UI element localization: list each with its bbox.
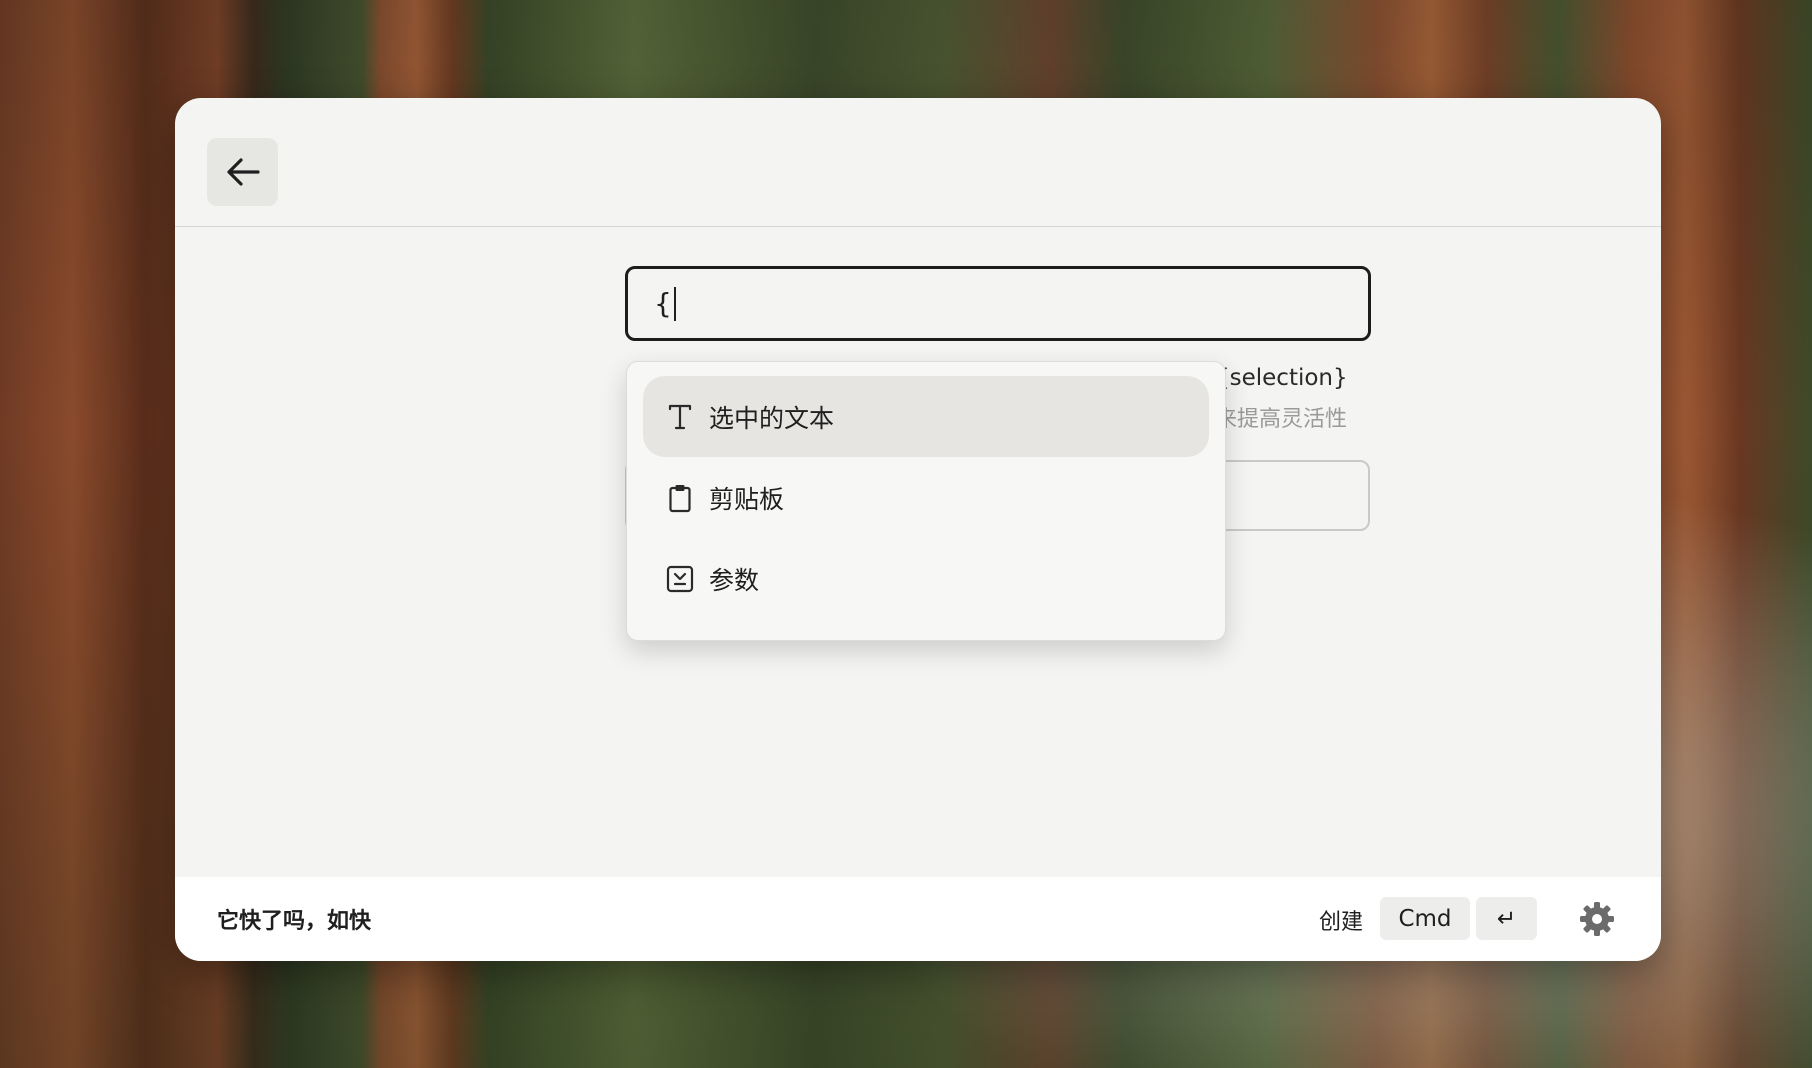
arrow-left-icon [226,158,260,186]
text-t-icon [665,402,695,432]
hint-description: 来提高灵活性 [1215,407,1348,432]
enter-key-hint: ↵ [1476,897,1537,940]
link-input[interactable]: { [625,266,1371,341]
create-quicklink-window: 链接 { {selection} 来提高灵活性 指令名 选中的文本 剪贴板 [175,98,1661,961]
dropdown-item-argument[interactable]: 参数 [643,538,1209,619]
title-bar [175,98,1661,227]
cmd-key-hint: Cmd [1380,897,1470,940]
dropdown-item-label: 剪贴板 [709,484,785,514]
footer-title: 它快了吗，如快 [217,909,372,934]
action-bar: 它快了吗，如快 创建 Cmd ↵ [175,877,1661,961]
back-button[interactable] [207,138,278,206]
placeholder-dropdown: 选中的文本 剪贴板 参数 [626,361,1226,641]
dropdown-item-selected-text[interactable]: 选中的文本 [643,376,1209,457]
text-caret [673,286,676,321]
dropdown-item-label: 参数 [709,565,760,595]
argument-box-icon [665,564,695,594]
clipboard-icon [665,483,695,513]
create-action-label[interactable]: 创建 [1319,904,1363,936]
dropdown-item-clipboard[interactable]: 剪贴板 [643,457,1209,538]
gear-icon[interactable] [1578,900,1616,938]
link-input-value: { [654,287,672,320]
placeholder-hint: {selection} [1215,365,1348,391]
dropdown-item-label: 选中的文本 [709,403,835,433]
